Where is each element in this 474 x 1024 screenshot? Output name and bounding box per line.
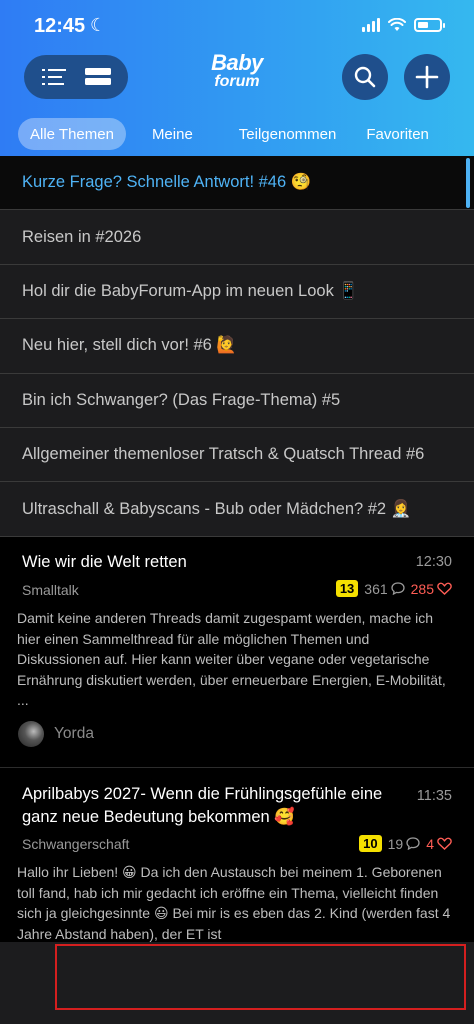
- pinned-thread[interactable]: Ultraschall & Babyscans - Bub oder Mädch…: [0, 482, 474, 537]
- plus-icon: [415, 65, 439, 89]
- heart-icon: [437, 837, 452, 850]
- pinned-thread[interactable]: Kurze Frage? Schnelle Antwort! #46 🧐: [0, 156, 474, 211]
- logo-line1: Baby: [211, 50, 263, 75]
- highlight-box: [55, 944, 466, 1010]
- unread-badge: 10: [359, 835, 382, 852]
- thread-title: Aprilbabys 2027- Wenn die Frühlingsgefüh…: [22, 785, 383, 826]
- comment-count: 361: [364, 580, 405, 597]
- thread-excerpt: Hallo ihr Lieben! 😀 Da ich den Austausch…: [17, 864, 451, 942]
- author-name: Yorda: [54, 725, 94, 742]
- comment-count: 19: [388, 836, 421, 852]
- logo-line2: forum: [214, 73, 260, 90]
- thread-category[interactable]: Schwangerschaft: [22, 836, 129, 852]
- tab-all-topics[interactable]: Alle Themen: [18, 118, 126, 150]
- view-toggle: [24, 55, 128, 99]
- list-view-button[interactable]: [34, 62, 74, 92]
- pinned-thread[interactable]: Neu hier, stell dich vor! #6 🙋: [0, 319, 474, 374]
- thread-time: 11:35: [416, 788, 452, 804]
- tab-mine[interactable]: Meine: [140, 118, 205, 150]
- like-count[interactable]: 285: [411, 581, 452, 597]
- pinned-thread[interactable]: Bin ich Schwanger? (Das Frage-Thema) #5: [0, 373, 474, 428]
- thread-title: Wie wir die Welt retten: [22, 553, 187, 571]
- list-icon: [42, 69, 66, 85]
- babyforum-logo: Baby forum: [197, 52, 277, 102]
- cards-icon: [85, 68, 111, 85]
- unread-badge: 13: [335, 580, 359, 597]
- avatar: [18, 721, 44, 747]
- thread-stats: 13 361 285: [335, 580, 452, 597]
- battery-icon: [414, 18, 445, 32]
- filter-tabs: Alle Themen Meine Teilgenommen Favoriten: [18, 118, 441, 150]
- thread-card[interactable]: Aprilbabys 2027- Wenn die Frühlingsgefüh…: [0, 768, 474, 942]
- moon-icon: ☾: [90, 15, 107, 35]
- like-count-value: 285: [410, 580, 434, 597]
- like-count[interactable]: 4: [426, 836, 452, 852]
- thread-time: 12:30: [415, 554, 452, 570]
- status-bar: 12:45 ☾: [0, 0, 474, 50]
- pinned-thread[interactable]: Allgemeiner themenloser Tratsch & Quatsc…: [0, 427, 474, 483]
- thread-author[interactable]: Yorda: [18, 721, 94, 747]
- signal-icon: [362, 18, 380, 32]
- tab-participated[interactable]: Teilgenommen: [227, 118, 349, 150]
- comment-count-value: 361: [364, 580, 388, 597]
- app-header: 12:45 ☾ Baby forum Alle Themen Meine Tei…: [0, 0, 474, 156]
- comment-icon: [406, 837, 420, 850]
- search-button[interactable]: [342, 54, 388, 100]
- search-icon: [354, 66, 376, 88]
- pinned-thread[interactable]: Reisen in #2026: [0, 210, 474, 265]
- heart-icon: [437, 582, 452, 595]
- thread-card[interactable]: Wie wir die Welt retten 12:30 Smalltalk …: [0, 537, 474, 767]
- comment-count-value: 19: [387, 835, 404, 852]
- status-time: 12:45: [34, 15, 86, 37]
- like-count-value: 4: [426, 835, 434, 852]
- card-view-button[interactable]: [78, 62, 118, 92]
- thread-stats: 10 19 4: [359, 835, 452, 852]
- thread-excerpt: Damit keine anderen Threads damit zugesp…: [17, 610, 446, 708]
- comment-icon: [390, 582, 405, 595]
- add-thread-button[interactable]: [404, 54, 450, 100]
- tab-favorites[interactable]: Favoriten: [354, 118, 441, 150]
- thread-category[interactable]: Smalltalk: [22, 582, 79, 598]
- pinned-thread-list: Kurze Frage? Schnelle Antwort! #46 🧐 Rei…: [0, 156, 474, 537]
- pinned-thread[interactable]: Hol dir die BabyForum-App im neuen Look …: [0, 264, 474, 320]
- wifi-icon: [388, 18, 406, 31]
